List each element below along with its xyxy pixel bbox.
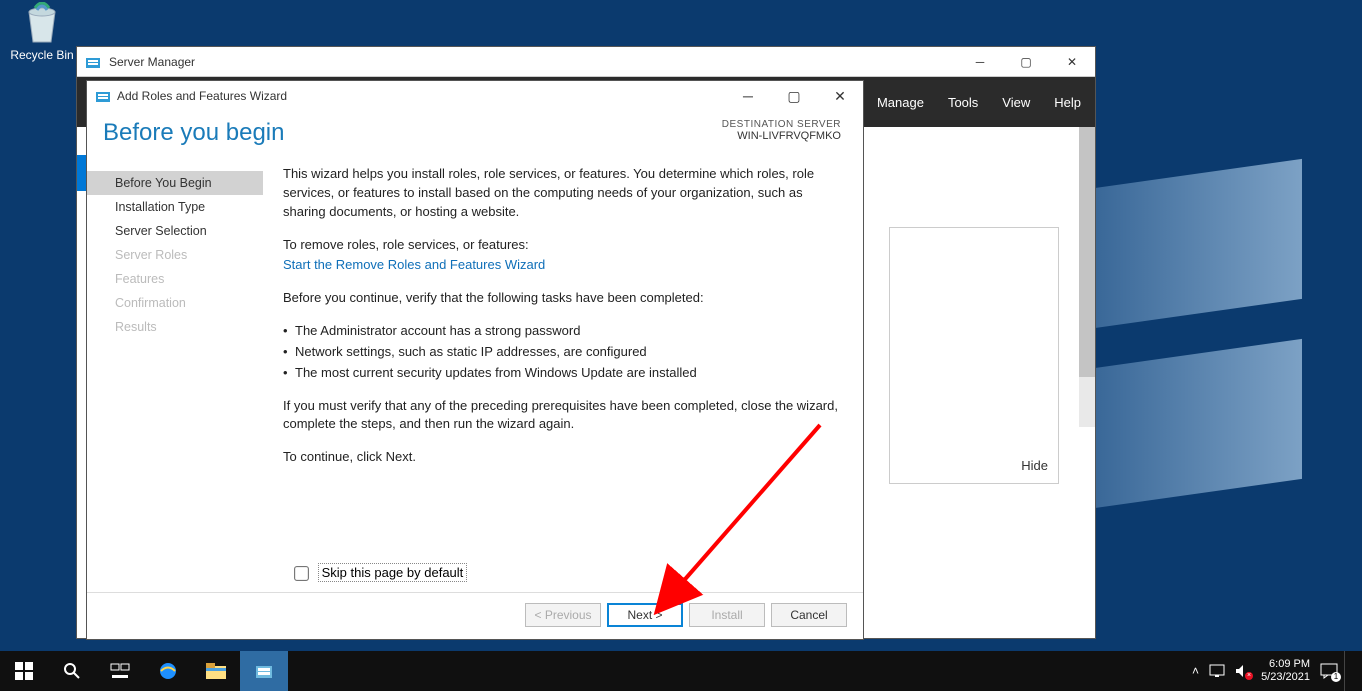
nav-server-roles: Server Roles xyxy=(87,243,263,267)
wizard-verify-text: Before you continue, verify that the fol… xyxy=(283,289,845,308)
tray-network-icon[interactable] xyxy=(1209,664,1225,678)
wizard-icon xyxy=(95,88,111,104)
recycle-bin-icon xyxy=(21,2,63,46)
task-view-button[interactable] xyxy=(96,651,144,691)
nav-server-selection[interactable]: Server Selection xyxy=(87,219,263,243)
menu-view[interactable]: View xyxy=(1002,95,1030,110)
checklist-item: Network settings, such as static IP addr… xyxy=(283,343,845,362)
menu-tools[interactable]: Tools xyxy=(948,95,978,110)
previous-button: < Previous xyxy=(525,603,601,627)
action-center-icon[interactable]: 1 xyxy=(1320,663,1338,679)
system-tray: ˄ × 6:09 PM 5/23/2021 1 xyxy=(1192,658,1344,684)
tray-volume-icon[interactable]: × xyxy=(1235,664,1251,678)
clock-date: 5/23/2021 xyxy=(1261,671,1310,684)
wizard-minimize-button[interactable]: ─ xyxy=(725,81,771,111)
sm-welcome-tile: Hide xyxy=(889,227,1059,484)
menu-help[interactable]: Help xyxy=(1054,95,1081,110)
sm-close-button[interactable]: ✕ xyxy=(1049,47,1095,77)
nav-confirmation: Confirmation xyxy=(87,291,263,315)
wizard-nav: Before You Begin Installation Type Serve… xyxy=(87,165,263,561)
nav-features: Features xyxy=(87,267,263,291)
wizard-remove-text: To remove roles, role services, or featu… xyxy=(283,236,845,255)
tray-overflow-icon[interactable]: ˄ xyxy=(1192,664,1199,678)
recycle-bin-label: Recycle Bin xyxy=(6,48,78,62)
start-button[interactable] xyxy=(0,651,48,691)
menu-manage[interactable]: Manage xyxy=(877,95,924,110)
sm-minimize-button[interactable]: ─ xyxy=(957,47,1003,77)
nav-before-you-begin[interactable]: Before You Begin xyxy=(87,171,263,195)
destination-server-name: WIN-LIVFRVQFMKO xyxy=(722,130,841,142)
wizard-title: Add Roles and Features Wizard xyxy=(117,89,287,103)
nav-results: Results xyxy=(87,315,263,339)
nav-installation-type[interactable]: Installation Type xyxy=(87,195,263,219)
wizard-checklist: The Administrator account has a strong p… xyxy=(283,322,845,383)
annotation-arrow xyxy=(640,405,860,625)
show-desktop-button[interactable] xyxy=(1344,651,1362,691)
wizard-maximize-button[interactable]: ▢ xyxy=(771,81,817,111)
wizard-intro-text: This wizard helps you install roles, rol… xyxy=(283,165,845,222)
destination-server-block: DESTINATION SERVER WIN-LIVFRVQFMKO xyxy=(722,119,841,147)
recycle-bin[interactable]: Recycle Bin xyxy=(6,2,78,62)
destination-server-label: DESTINATION SERVER xyxy=(722,119,841,130)
clock-time: 6:09 PM xyxy=(1261,658,1310,671)
server-manager-title: Server Manager xyxy=(109,55,195,69)
sm-hide-link[interactable]: Hide xyxy=(1021,458,1048,473)
taskbar-server-manager-icon[interactable] xyxy=(240,651,288,691)
taskbar: ˄ × 6:09 PM 5/23/2021 1 xyxy=(0,651,1362,691)
skip-page-label[interactable]: Skip this page by default xyxy=(318,563,468,582)
search-button[interactable] xyxy=(48,651,96,691)
checklist-item: The Administrator account has a strong p… xyxy=(283,322,845,341)
wizard-close-button[interactable]: ✕ xyxy=(817,81,863,111)
wizard-heading: Before you begin xyxy=(103,119,722,147)
taskbar-ie-icon[interactable] xyxy=(144,651,192,691)
server-manager-titlebar[interactable]: Server Manager ─ ▢ ✕ xyxy=(77,47,1095,77)
sm-maximize-button[interactable]: ▢ xyxy=(1003,47,1049,77)
checklist-item: The most current security updates from W… xyxy=(283,364,845,383)
taskbar-explorer-icon[interactable] xyxy=(192,651,240,691)
remove-roles-link[interactable]: Start the Remove Roles and Features Wiza… xyxy=(283,257,545,272)
skip-page-checkbox[interactable] xyxy=(294,566,309,581)
wizard-titlebar[interactable]: Add Roles and Features Wizard ─ ▢ ✕ xyxy=(87,81,863,111)
sm-scrollbar[interactable] xyxy=(1079,127,1095,427)
taskbar-clock[interactable]: 6:09 PM 5/23/2021 xyxy=(1261,658,1310,684)
server-manager-icon xyxy=(85,54,101,70)
